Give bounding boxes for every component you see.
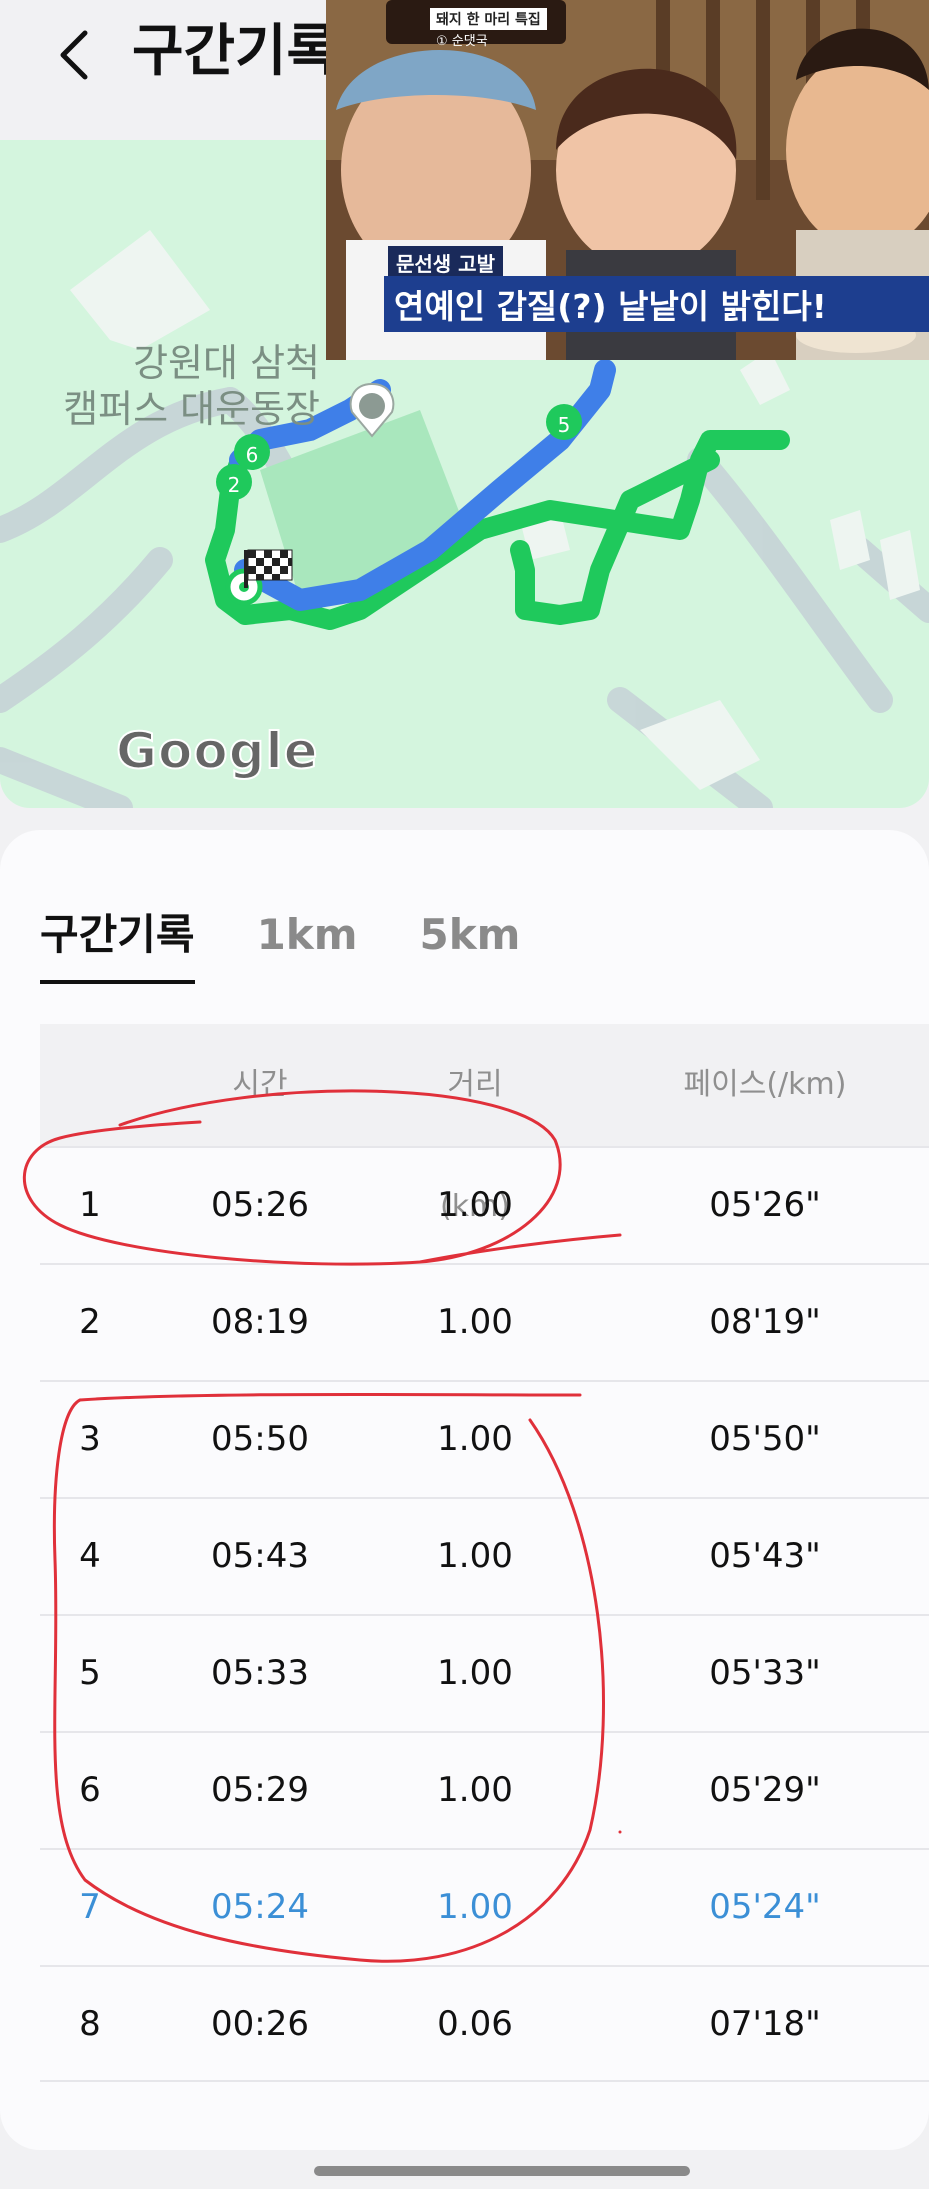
lap-marker-5: 5: [546, 404, 582, 440]
lap-pace: 05'26": [709, 1185, 821, 1225]
header-pace: 페이스(/km): [683, 1067, 847, 1102]
home-indicator[interactable]: [314, 2166, 690, 2176]
episode-badge: ① 순댓국: [436, 34, 488, 49]
place-label-line2: 캠퍼스 대운동장: [63, 387, 320, 431]
lap-index: 4: [79, 1536, 101, 1576]
lap-index: 7: [79, 1887, 101, 1927]
lap-distance: 1.00: [437, 1770, 513, 1810]
svg-text:2: 2: [228, 473, 241, 497]
lap-time: 05:26: [211, 1185, 309, 1225]
lap-index: 3: [79, 1419, 101, 1459]
lap-distance: 1.00: [437, 1887, 513, 1927]
place-label: 강원대 삼척 캠퍼스 대운동장: [60, 340, 320, 432]
svg-text:6: 6: [246, 443, 259, 467]
lap-marker-6: 6: [234, 434, 270, 470]
video-overlay[interactable]: 돼지 한 마리 특집 ① 순댓국 문선생 고발 연예인 갑질(?) 낱낱이 밝힌…: [326, 0, 929, 360]
tab-5km[interactable]: 5km: [419, 900, 520, 980]
table-row: 1 05:26 1.00 05'26": [40, 1146, 929, 1263]
laps-card: 구간기록 1km 5km 시간 거리(km) 페이스(/km) 1 05:26 …: [0, 830, 929, 2150]
table-row: 3 05:50 1.00 05'50": [40, 1380, 929, 1497]
tab-bar: 구간기록 1km 5km: [40, 900, 520, 984]
lap-distance: 1.00: [437, 1302, 513, 1342]
lap-time: 00:26: [211, 2004, 309, 2044]
table-row: 4 05:43 1.00 05'43": [40, 1497, 929, 1614]
table-row: 6 05:29 1.00 05'29": [40, 1731, 929, 1848]
header-time: 시간: [232, 1067, 288, 1102]
lap-pace: 05'43": [709, 1536, 821, 1576]
table-row: 5 05:33 1.00 05'33": [40, 1614, 929, 1731]
page-title: 구간기록: [132, 19, 339, 84]
lap-index: 1: [79, 1185, 101, 1225]
back-button[interactable]: [40, 20, 110, 90]
google-logo: Google: [115, 721, 319, 781]
lap-pace: 07'18": [709, 2004, 821, 2044]
caption-main: 연예인 갑질(?) 낱낱이 밝힌다!: [384, 276, 929, 332]
svg-text:5: 5: [558, 413, 571, 437]
tab-1km[interactable]: 1km: [257, 900, 358, 980]
lap-pace: 08'19": [709, 1302, 821, 1342]
lap-index: 5: [79, 1653, 101, 1693]
lap-index: 8: [79, 2004, 101, 2044]
lap-marker-2: 2: [216, 464, 252, 500]
lap-pace: 05'50": [709, 1419, 821, 1459]
lap-time: 08:19: [211, 1302, 309, 1342]
caption-small: 문선생 고발: [388, 246, 503, 279]
show-badge: 돼지 한 마리 특집: [430, 8, 547, 30]
lap-pace: 05'29": [709, 1770, 821, 1810]
table-row: 8 00:26 0.06 07'18": [40, 1965, 929, 2082]
laps-table: 시간 거리(km) 페이스(/km) 1 05:26 1.00 05'26" 2…: [40, 1024, 929, 2082]
lap-time: 05:50: [211, 1419, 309, 1459]
lap-pace: 05'24": [709, 1887, 821, 1927]
lap-time: 05:29: [211, 1770, 309, 1810]
lap-index: 2: [79, 1302, 101, 1342]
table-row: 2 08:19 1.00 08'19": [40, 1263, 929, 1380]
table-row-highlighted: 7 05:24 1.00 05'24": [40, 1848, 929, 1965]
lap-distance: 1.00: [437, 1185, 513, 1225]
lap-distance: 1.00: [437, 1536, 513, 1576]
lap-time: 05:24: [211, 1887, 309, 1927]
lap-time: 05:33: [211, 1653, 309, 1693]
table-header: 시간 거리(km) 페이스(/km): [40, 1024, 929, 1224]
lap-pace: 05'33": [709, 1653, 821, 1693]
place-label-line1: 강원대 삼척: [133, 341, 320, 385]
lap-distance: 1.00: [437, 1419, 513, 1459]
lap-index: 6: [79, 1770, 101, 1810]
lap-time: 05:43: [211, 1536, 309, 1576]
lap-distance: 1.00: [437, 1653, 513, 1693]
tab-laps[interactable]: 구간기록: [40, 900, 195, 984]
lap-distance: 0.06: [437, 2004, 513, 2044]
chevron-left-icon: [60, 30, 88, 80]
